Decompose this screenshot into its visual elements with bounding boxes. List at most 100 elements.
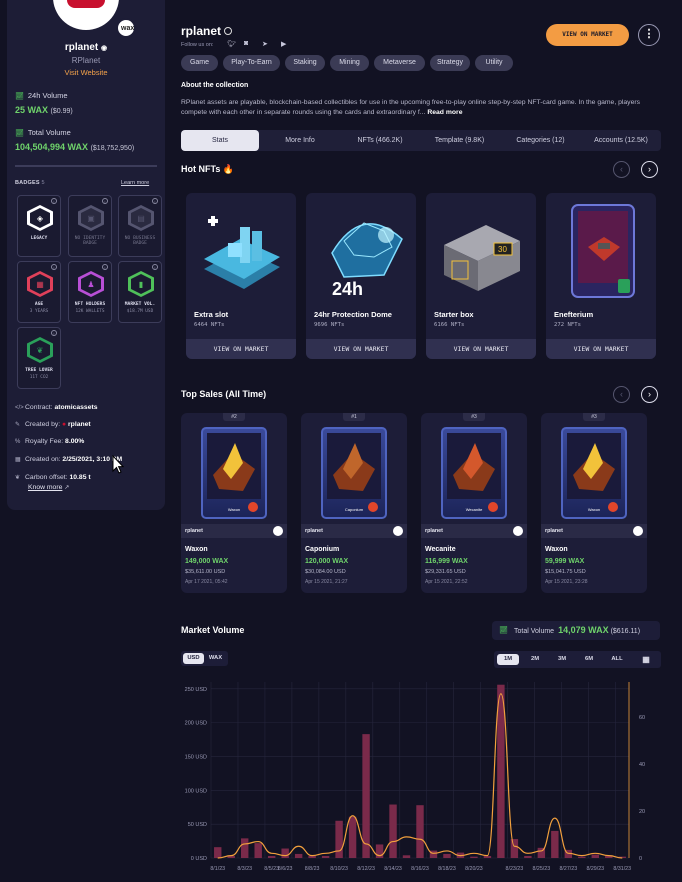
tab-3[interactable]: Template (9.8K): [419, 130, 500, 151]
creator-link[interactable]: rplanet: [68, 421, 91, 428]
more-options-button[interactable]: ⋮: [638, 24, 660, 46]
hot-nft-card[interactable]: 24h 24hr Protection Dome 9696 NFTs VIEW ON …: [306, 193, 416, 359]
range-3m[interactable]: 3M: [551, 654, 573, 665]
top-sale-card[interactable]: #3 Waxon rplanet Waxon 59,999 WAX $15,041.75 …: [541, 413, 647, 593]
read-more-link[interactable]: Read more: [427, 109, 462, 116]
hot-nft-card[interactable]: Enefterium 272 NFTs VIEW ON MARKET: [546, 193, 656, 359]
bar-8/20/23: [470, 856, 478, 858]
collection-name[interactable]: rplanet: [185, 528, 203, 534]
bar-8/8/23: [308, 855, 316, 858]
hot-nft-card[interactable]: 30 Starter box 6166 NFTs VIEW ON MARKET: [426, 193, 536, 359]
tab-1[interactable]: More Info: [259, 130, 341, 151]
range-2m[interactable]: 2M: [524, 654, 546, 665]
know-more-link[interactable]: Know more ↗: [28, 484, 69, 491]
contract-row: </>Contract: atomicassets: [15, 404, 98, 411]
twitter-icon[interactable]: 🐦︎: [227, 40, 236, 48]
x-tick-label: 8/12/23: [357, 866, 375, 872]
badge-4[interactable]: i ♟ NFT HOLDERS 12K WALLETS: [68, 261, 112, 323]
badge-3[interactable]: i ▦ AGE 3 YEARS: [17, 261, 61, 323]
tab-5[interactable]: Accounts (12.5K): [581, 130, 661, 151]
calendar-icon[interactable]: ▦: [635, 654, 657, 665]
tab-2[interactable]: NFTs (466.2K): [341, 130, 419, 151]
bar-8/14/23: [389, 804, 397, 858]
view-on-market-button[interactable]: VIEW ON MARKET: [306, 339, 416, 359]
top-sale-card[interactable]: #1 Caponium rplanet Caponium 120,000 WAX $30,…: [301, 413, 407, 593]
tag-mining[interactable]: Mining: [330, 55, 369, 71]
range-selector: 1M 2M 3M 6M ALL ▦: [494, 651, 661, 668]
card-label: Waxon: [587, 507, 601, 512]
range-1m[interactable]: 1M: [497, 654, 519, 665]
youtube-icon[interactable]: ▶: [281, 40, 286, 48]
badge-2[interactable]: i ▤ NO BUSINESS BADGE: [118, 195, 162, 257]
learn-more-link[interactable]: Learn more: [121, 180, 149, 186]
wax-logo-icon: [393, 526, 403, 536]
info-icon[interactable]: i: [51, 264, 57, 270]
bar-8/16/23: [416, 805, 424, 858]
bar-8/12/23: [362, 734, 370, 858]
range-6m[interactable]: 6M: [578, 654, 600, 665]
svg-text:30: 30: [498, 245, 507, 254]
tag-utility[interactable]: Utility: [475, 55, 513, 71]
info-icon[interactable]: i: [152, 198, 158, 204]
contract-link[interactable]: atomicassets: [54, 404, 97, 411]
visit-website-link[interactable]: Visit Website: [7, 68, 165, 77]
tag-strategy[interactable]: Strategy: [430, 55, 470, 71]
collection-name[interactable]: rplanet: [305, 528, 323, 534]
range-all[interactable]: ALL: [606, 654, 628, 665]
nft-card-image: Caponium: [321, 427, 387, 519]
x-tick-label: 8/23/23: [506, 866, 524, 872]
hot-nfts-heading: Hot NFTs 🔥: [181, 164, 235, 174]
x-tick-label: 8/16/23: [411, 866, 429, 872]
info-icon[interactable]: i: [102, 264, 108, 270]
collection-bar: rplanet: [421, 524, 527, 538]
badges-heading: BADGES 5: [15, 180, 45, 186]
tag-game[interactable]: Game: [181, 55, 218, 71]
top-sale-card[interactable]: #3 Wecanite rplanet Wecanite 116,999 WAX $29,…: [421, 413, 527, 593]
tag-staking[interactable]: Staking: [285, 55, 325, 71]
bar-8/18/23: [443, 853, 451, 858]
market-volume-heading: Market Volume: [181, 625, 245, 635]
hot-prev-button[interactable]: ‹: [613, 161, 630, 178]
info-icon[interactable]: i: [51, 330, 57, 336]
collection-name: rplanet ◉: [64, 42, 108, 53]
badge-1[interactable]: i ▣ NO IDENTITY BADGE: [68, 195, 112, 257]
tag-play-to-earn[interactable]: Play-To-Earn: [223, 55, 280, 71]
info-icon[interactable]: i: [152, 264, 158, 270]
view-on-market-button[interactable]: VIEW ON MARKET: [546, 24, 629, 46]
badge-label: NFT HOLDERS: [74, 302, 106, 307]
hot-next-button[interactable]: ›: [641, 161, 658, 178]
volume-24h-value: 25 WAX ($0.99): [15, 105, 73, 115]
top-sale-card[interactable]: #2 Waxon rplanet Waxon 149,000 WAX $35,611.00…: [181, 413, 287, 593]
sale-date: Apr 15 2021, 23:28: [545, 579, 588, 585]
collection-name[interactable]: rplanet: [545, 528, 563, 534]
nft-count: 6166 NFTs: [434, 322, 465, 328]
tab-0[interactable]: Stats: [181, 130, 259, 151]
tag-metaverse[interactable]: Metaverse: [374, 55, 425, 71]
sale-rank: #2: [223, 413, 245, 421]
discord-icon[interactable]: ◙: [244, 40, 248, 47]
collection-name[interactable]: rplanet: [425, 528, 443, 534]
x-tick-label: 8/14/23: [384, 866, 402, 872]
badge-0[interactable]: i ◈ LEGACY: [17, 195, 61, 257]
tab-4[interactable]: Categories (12): [500, 130, 581, 151]
avatar: R: [53, 0, 119, 30]
sale-date: Apr 15 2021, 22:52: [425, 579, 468, 585]
sales-prev-button[interactable]: ‹: [613, 386, 630, 403]
badge-sub: $18.7M USD: [126, 309, 154, 314]
view-on-market-button[interactable]: VIEW ON MARKET: [186, 339, 296, 359]
info-icon[interactable]: i: [51, 198, 57, 204]
currency-wax[interactable]: WAX: [205, 653, 226, 664]
x-tick-label: 8/27/23: [559, 866, 577, 872]
hot-nft-card[interactable]: Extra slot 6464 NFTs VIEW ON MARKET: [186, 193, 296, 359]
view-on-market-button[interactable]: VIEW ON MARKET: [426, 339, 536, 359]
sales-next-button[interactable]: ›: [641, 386, 658, 403]
sale-price-wax: 149,000 WAX: [185, 558, 229, 565]
view-on-market-button[interactable]: VIEW ON MARKET: [546, 339, 656, 359]
badge-5[interactable]: i ▮ MARKET VOL. $18.7M USD: [118, 261, 162, 323]
telegram-icon[interactable]: ➤: [262, 40, 268, 48]
badge-6[interactable]: i ❦ TREE LOVER 11T CO2: [17, 327, 61, 389]
info-icon[interactable]: i: [102, 198, 108, 204]
currency-usd[interactable]: USD: [183, 653, 204, 664]
bar-8/4/23: [254, 843, 262, 858]
wax-logo-icon: [273, 526, 283, 536]
